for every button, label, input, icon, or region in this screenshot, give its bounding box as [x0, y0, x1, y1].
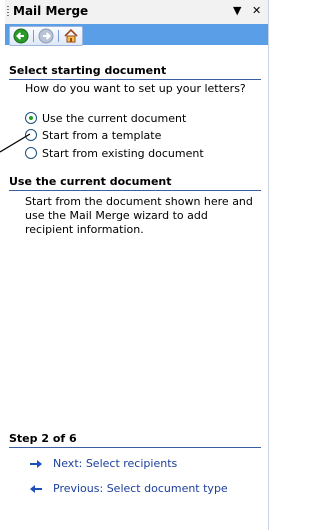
- next-step-label[interactable]: Next: Select recipients: [53, 457, 177, 470]
- nav-button-group: [9, 26, 83, 46]
- pane-dropdown-icon[interactable]: ▼: [233, 4, 241, 18]
- home-icon[interactable]: [63, 28, 79, 44]
- mail-merge-task-pane: Mail Merge ▼ ✕ Select starting document …: [5, 0, 269, 530]
- setup-question: How do you want to set up your letters?: [25, 82, 246, 95]
- section-heading: Select starting document: [9, 64, 261, 80]
- back-icon[interactable]: [13, 28, 29, 44]
- drag-grip[interactable]: [7, 6, 9, 18]
- nav-separator: [33, 30, 34, 42]
- task-pane-navbar: [5, 24, 268, 46]
- radio-button-selected[interactable]: [25, 112, 37, 124]
- section-description: Start from the document shown here and u…: [25, 195, 253, 236]
- step-indicator: Step 2 of 6: [9, 432, 261, 448]
- option-start-template[interactable]: Start from a template: [25, 127, 161, 143]
- next-arrow-icon: [30, 459, 42, 468]
- task-pane-titlebar: Mail Merge ▼ ✕: [5, 0, 268, 24]
- option-label: Start from existing document: [42, 146, 204, 160]
- previous-step-label[interactable]: Previous: Select document type: [53, 482, 228, 495]
- section-heading: Use the current document: [9, 175, 261, 191]
- previous-arrow-icon: [30, 484, 42, 493]
- task-pane-title: Mail Merge: [13, 4, 89, 18]
- forward-icon[interactable]: [38, 28, 54, 44]
- nav-separator: [58, 30, 59, 42]
- radio-button[interactable]: [25, 129, 37, 141]
- option-label: Start from a template: [42, 128, 162, 142]
- option-use-current[interactable]: Use the current document: [25, 110, 186, 126]
- close-icon[interactable]: ✕: [252, 4, 261, 18]
- option-start-existing[interactable]: Start from existing document: [25, 145, 204, 161]
- radio-button[interactable]: [25, 147, 37, 159]
- option-label: Use the current document: [42, 111, 187, 125]
- previous-step-link[interactable]: Previous: Select document type: [29, 482, 228, 495]
- next-step-link[interactable]: Next: Select recipients: [29, 457, 177, 470]
